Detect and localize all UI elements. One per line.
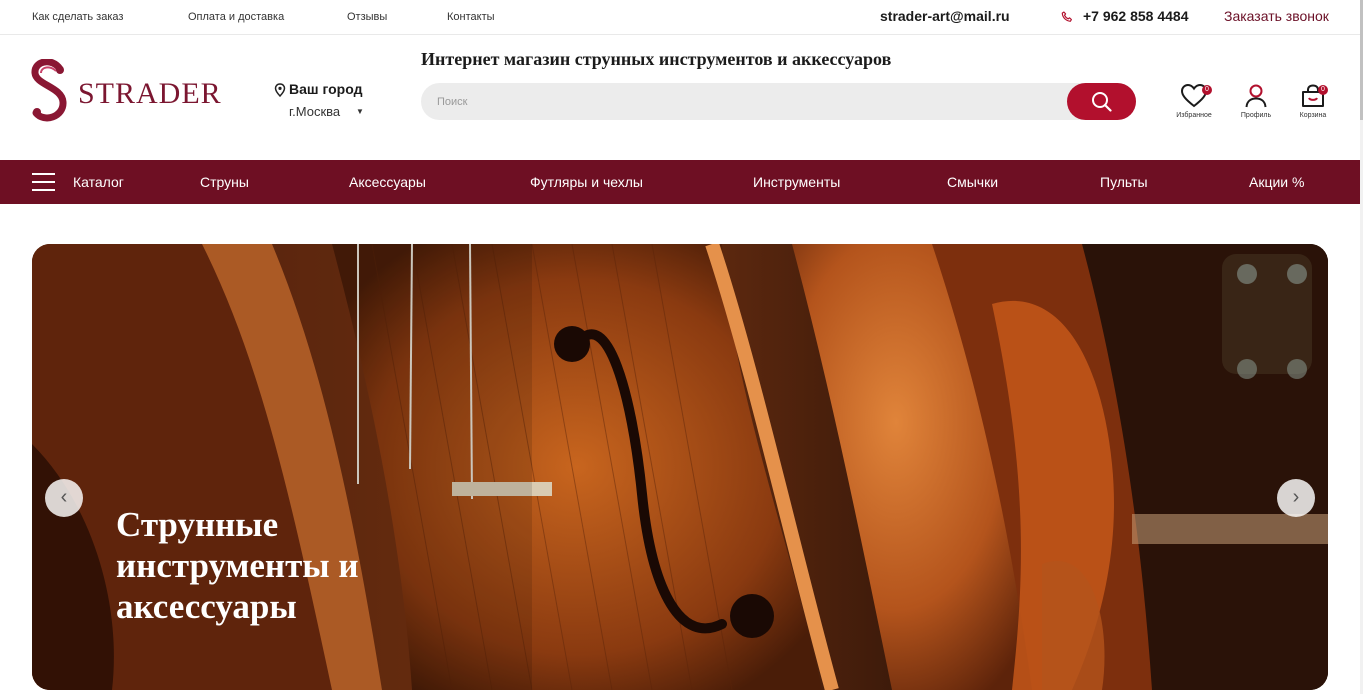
cart-button[interactable]: 0 Корзина: [1288, 83, 1338, 123]
nav-item-stands[interactable]: Пульты: [1100, 174, 1148, 190]
nav-item-accessories[interactable]: Аксессуары: [349, 174, 426, 190]
phone-icon: [1061, 11, 1072, 22]
nav-item-strings[interactable]: Струны: [200, 174, 249, 190]
link-contacts[interactable]: Контакты: [447, 11, 495, 23]
banner-next-arrow[interactable]: ›: [1277, 479, 1315, 517]
menu-icon[interactable]: [32, 173, 55, 191]
top-bar: Как сделать заказ Оплата и доставка Отзы…: [0, 0, 1360, 35]
favorites-button[interactable]: 0 Избранное: [1169, 83, 1219, 123]
link-payment-delivery[interactable]: Оплата и доставка: [188, 11, 284, 23]
location-pin-icon: [274, 83, 286, 97]
city-value[interactable]: г.Москва: [289, 104, 340, 119]
logo[interactable]: STRADER: [30, 59, 222, 123]
nav-item-cases[interactable]: Футляры и чехлы: [530, 174, 643, 190]
city-label: Ваш город: [289, 81, 363, 97]
hero-banner: Струнные инструменты и аксессуары: [32, 244, 1328, 690]
search-button[interactable]: [1067, 83, 1136, 120]
cart-label: Корзина: [1299, 112, 1327, 119]
banner-prev-arrow[interactable]: ‹: [45, 479, 83, 517]
nav-item-bows[interactable]: Смычки: [947, 174, 998, 190]
favorites-label: Избранное: [1176, 112, 1212, 119]
search-icon: [1092, 92, 1112, 112]
nav-item-sales[interactable]: Акции %: [1249, 174, 1304, 190]
link-how-to-order[interactable]: Как сделать заказ: [32, 11, 123, 23]
profile-button[interactable]: Профиль: [1231, 83, 1281, 123]
banner-title: Струнные инструменты и аксессуары: [116, 505, 359, 626]
cart-count-badge: 0: [1318, 85, 1328, 95]
site-tagline: Интернет магазин струнных инструментов и…: [421, 49, 892, 69]
user-icon: [1245, 84, 1267, 108]
favorites-count-badge: 0: [1202, 85, 1212, 95]
main-nav: Каталог Струны Аксессуары Футляры и чехл…: [0, 160, 1360, 204]
chevron-down-icon: ▼: [356, 107, 364, 116]
contact-email[interactable]: strader-art@mail.ru: [880, 8, 1010, 24]
request-call-link[interactable]: Заказать звонок: [1224, 8, 1329, 24]
contact-phone[interactable]: +7 962 858 4484: [1083, 8, 1189, 24]
search-bar: [421, 83, 1136, 120]
search-input[interactable]: [435, 92, 1039, 112]
link-reviews[interactable]: Отзывы: [347, 11, 387, 23]
logo-text: STRADER: [78, 77, 222, 110]
nav-item-instruments[interactable]: Инструменты: [753, 174, 840, 190]
profile-label: Профиль: [1240, 112, 1272, 119]
nav-item-catalog[interactable]: Каталог: [73, 174, 124, 190]
site-header: STRADER Ваш город г.Москва ▼ Интернет ма…: [0, 35, 1360, 160]
logo-mark-icon: [31, 59, 67, 122]
